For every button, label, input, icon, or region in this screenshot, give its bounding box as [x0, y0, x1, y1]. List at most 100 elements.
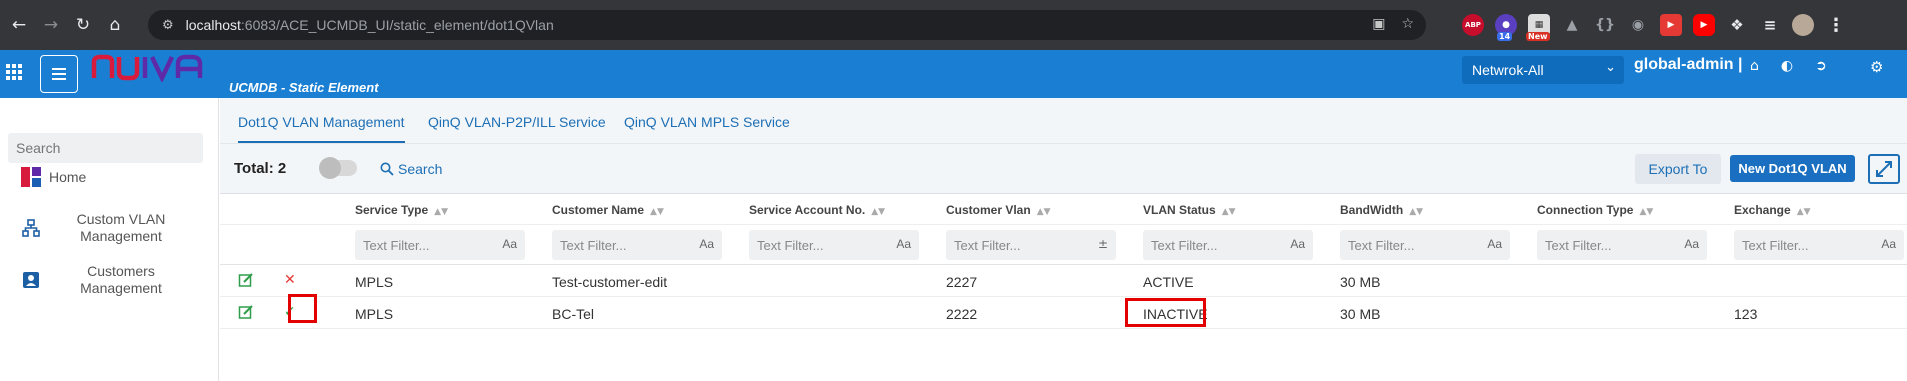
cell-exchange: 123	[1734, 306, 1758, 322]
column-label: Customer Vlan	[946, 203, 1031, 217]
counter-extension-icon[interactable]: ● 14	[1495, 14, 1517, 41]
export-button[interactable]: Export To	[1635, 154, 1721, 184]
match-case-icon[interactable]: Aa	[1881, 237, 1896, 251]
home-shortcut-icon[interactable]: ⌂	[1750, 58, 1759, 74]
match-case-icon[interactable]: Aa	[1487, 237, 1502, 251]
tab-dot1q-vlan[interactable]: Dot1Q VLAN Management	[238, 114, 405, 143]
site-info-icon[interactable]: ⚙	[162, 18, 174, 33]
camera-extension-icon[interactable]: ◉	[1627, 14, 1649, 36]
fullscreen-button[interactable]	[1868, 154, 1900, 184]
tab-bar: Dot1Q VLAN Management QinQ VLAN-P2P/ILL …	[220, 98, 1907, 144]
settings-gear-icon[interactable]: ⚙	[1870, 58, 1883, 76]
tab-qinq-p2p-ill[interactable]: QinQ VLAN-P2P/ILL Service	[428, 114, 606, 130]
adblock-extension-icon[interactable]: ABP	[1462, 14, 1484, 36]
service-type-filter[interactable]: Text Filter... Aa	[355, 230, 525, 260]
extensions-puzzle-icon[interactable]: ❖	[1726, 14, 1748, 36]
customer-vlan-filter[interactable]: Text Filter... ±	[946, 230, 1116, 260]
sidebar-item-label: Customers Management	[80, 263, 162, 296]
theme-toggle-icon[interactable]: ◐	[1781, 58, 1793, 74]
sidebar-item-label: Custom VLAN Management	[76, 211, 166, 244]
status-cross-icon[interactable]: ✕	[284, 272, 296, 288]
cell-vlan-status: ACTIVE	[1143, 274, 1194, 290]
sort-icon: ▲▼	[1036, 207, 1051, 217]
chevron-down-icon: ⌄	[1605, 60, 1616, 75]
column-header-exchange[interactable]: Exchange ▲▼	[1734, 203, 1811, 217]
sort-icon: ▲▼	[1221, 207, 1236, 217]
youtube-extension-icon[interactable]: ▶	[1693, 14, 1715, 36]
customer-name-filter[interactable]: Text Filter... Aa	[552, 230, 722, 260]
browser-menu-icon[interactable]: ⋮	[1825, 14, 1847, 36]
reading-list-icon[interactable]: ≡	[1759, 14, 1781, 36]
reload-icon[interactable]: ↻	[70, 12, 96, 38]
network-tree-icon	[20, 217, 42, 239]
back-icon[interactable]: ←	[6, 12, 32, 38]
column-header-vlan-status[interactable]: VLAN Status ▲▼	[1143, 203, 1236, 217]
recorder-extension-icon[interactable]: ▶	[1660, 14, 1682, 36]
extension-icon[interactable]: ▲	[1561, 14, 1583, 36]
exchange-filter[interactable]: Text Filter... Aa	[1734, 230, 1904, 260]
cell-bandwidth: 30 MB	[1340, 306, 1381, 322]
total-count: Total: 2	[234, 160, 287, 177]
column-header-bandwidth[interactable]: BandWidth ▲▼	[1340, 203, 1423, 217]
logout-icon[interactable]: ➲	[1815, 58, 1827, 74]
match-case-icon[interactable]: Aa	[502, 237, 517, 251]
sort-icon: ▲▼	[650, 207, 664, 217]
contact-card-icon	[20, 269, 42, 291]
bandwidth-filter[interactable]: Text Filter... Aa	[1340, 230, 1510, 260]
column-header-customer-name[interactable]: Customer Name ▲▼	[552, 203, 664, 217]
highlight-box-vlan-status	[1125, 298, 1206, 327]
match-case-icon[interactable]: Aa	[896, 237, 911, 251]
install-app-icon[interactable]: ▣	[1372, 16, 1385, 32]
filter-toggle[interactable]	[319, 157, 357, 179]
grid-toolbar: Total: 2 Search Export To New Dot1Q VLAN	[220, 144, 1907, 194]
edit-icon[interactable]	[238, 304, 254, 320]
news-extension-icon[interactable]: ▦ New	[1526, 14, 1550, 41]
bookmark-star-icon[interactable]: ☆	[1401, 16, 1414, 32]
table-header: Service Type ▲▼ Customer Name ▲▼ Service A…	[220, 194, 1907, 225]
column-label: VLAN Status	[1143, 203, 1216, 217]
browser-toolbar: ← → ↻ ⌂ ⚙ localhost:6083/ACE_UCMDB_UI/st…	[0, 0, 1907, 50]
column-label: Exchange	[1734, 203, 1791, 217]
cell-customer-vlan: 2227	[946, 274, 978, 290]
numeric-filter-icon[interactable]: ±	[1098, 237, 1108, 251]
edit-icon[interactable]	[238, 272, 254, 288]
table-row[interactable]: ✓ MPLS BC-Tel 2222 INACTIVE 30 MB 123	[220, 294, 1907, 329]
match-case-icon[interactable]: Aa	[1684, 237, 1699, 251]
column-header-service-account[interactable]: Service Account No. ▲▼	[749, 203, 885, 217]
network-select[interactable]: Netwrok-All ⌄	[1462, 56, 1624, 84]
sidebar-item-custom-vlan[interactable]: Custom VLAN Management	[0, 210, 219, 246]
tab-qinq-mpls[interactable]: QinQ VLAN MPLS Service	[624, 114, 790, 130]
user-name: global-admin |	[1634, 56, 1743, 73]
sidebar-item-home[interactable]: Home	[0, 165, 219, 189]
forward-icon[interactable]: →	[38, 12, 64, 38]
profile-avatar[interactable]	[1792, 14, 1814, 36]
hamburger-menu-button[interactable]	[40, 55, 78, 93]
sidebar-search-input[interactable]	[8, 133, 203, 163]
new-dot1q-vlan-button[interactable]: New Dot1Q VLAN	[1730, 155, 1855, 182]
filter-placeholder: Text Filter...	[363, 238, 430, 253]
sidebar-item-customers[interactable]: Customers Management	[0, 262, 219, 298]
service-account-filter[interactable]: Text Filter... Aa	[749, 230, 919, 260]
json-extension-icon[interactable]: {}	[1594, 14, 1616, 36]
sort-icon: ▲▼	[1409, 207, 1424, 217]
vlan-status-filter[interactable]: Text Filter... Aa	[1143, 230, 1313, 260]
connection-type-filter[interactable]: Text Filter... Aa	[1537, 230, 1707, 260]
address-bar[interactable]: ⚙ localhost:6083/ACE_UCMDB_UI/static_ele…	[148, 10, 1426, 40]
home-icon[interactable]: ⌂	[102, 12, 128, 38]
match-case-icon[interactable]: Aa	[1290, 237, 1305, 251]
apps-grid-icon[interactable]	[6, 64, 22, 80]
column-header-customer-vlan[interactable]: Customer Vlan ▲▼	[946, 203, 1051, 217]
filter-placeholder: Text Filter...	[1151, 238, 1218, 253]
sort-icon: ▲▼	[871, 207, 886, 217]
match-case-icon[interactable]: Aa	[699, 237, 714, 251]
column-label: Service Account No.	[749, 203, 866, 217]
filter-placeholder: Text Filter...	[757, 238, 824, 253]
filter-placeholder: Text Filter...	[954, 238, 1021, 253]
url-path: :6083/ACE_UCMDB_UI/static_element/dot1QV…	[240, 17, 554, 33]
column-header-connection-type[interactable]: Connection Type ▲▼	[1537, 203, 1653, 217]
table-row[interactable]: ✕ MPLS Test-customer-edit 2227 ACTIVE 30…	[220, 265, 1907, 297]
app-header: UCMDB - Static Element Netwrok-All ⌄ glo…	[0, 50, 1907, 98]
column-header-service-type[interactable]: Service Type ▲▼	[355, 203, 448, 217]
url-host: localhost	[185, 17, 241, 33]
search-button[interactable]: Search	[380, 161, 442, 177]
